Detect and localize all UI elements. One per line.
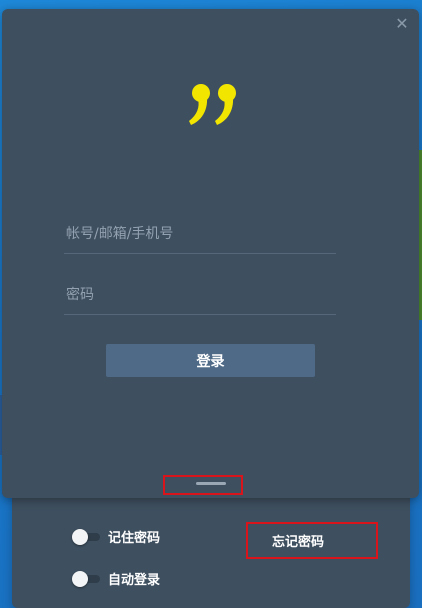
drawer-drag-handle[interactable] [196, 482, 226, 485]
auto-login-option[interactable]: 自动登录 [72, 569, 160, 588]
password-input[interactable] [64, 275, 336, 314]
double-quote-logo [189, 84, 236, 125]
toggle-knob [72, 528, 88, 545]
remember-password-label: 记住密码 [108, 531, 161, 546]
login-button[interactable]: 登录 [106, 344, 315, 377]
forgot-password-link[interactable]: 忘记密码 [272, 531, 324, 550]
password-field [64, 275, 336, 315]
close-icon[interactable]: ✕ [393, 15, 411, 33]
toggle-knob [72, 570, 88, 587]
auto-login-toggle[interactable] [72, 570, 102, 587]
remember-password-option[interactable]: 记住密码 [72, 527, 160, 546]
account-field [64, 214, 336, 254]
remember-password-toggle[interactable] [72, 528, 102, 545]
drag-handle-highlight [163, 475, 243, 495]
auto-login-label: 自动登录 [108, 573, 161, 588]
account-input[interactable] [64, 214, 336, 253]
